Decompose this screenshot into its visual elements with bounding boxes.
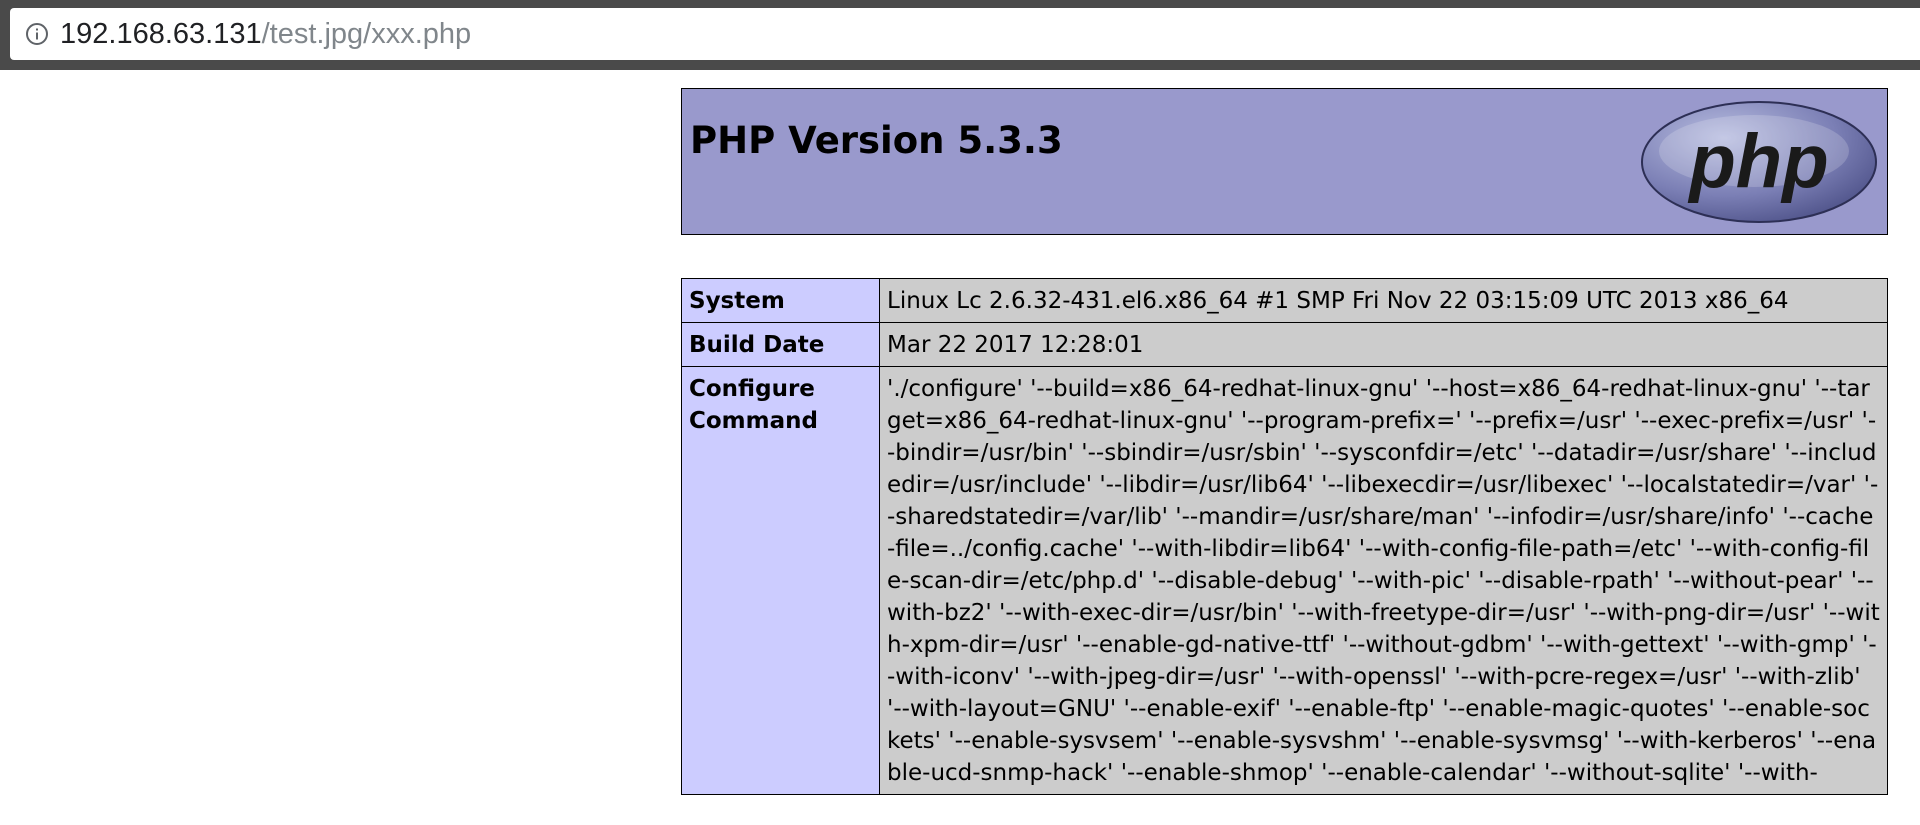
row-key: System — [681, 278, 880, 323]
table-row-system: System Linux Lc 2.6.32-431.el6.x86_64 #1… — [681, 278, 1888, 323]
browser-toolbar: 192.168.63.131/test.jpg/xxx.php — [0, 0, 1920, 70]
row-key: Build Date — [681, 322, 880, 367]
phpinfo-content: PHP Version 5.3.3 php System Linux Lc 2.… — [681, 88, 1888, 795]
url-path: /test.jpg/xxx.php — [261, 17, 472, 50]
url-host: 192.168.63.131 — [60, 17, 262, 50]
page-title: PHP Version 5.3.3 — [690, 119, 1063, 162]
table-row-build-date: Build Date Mar 22 2017 12:28:01 — [681, 322, 1888, 367]
row-value: Mar 22 2017 12:28:01 — [879, 322, 1888, 367]
info-table: System Linux Lc 2.6.32-431.el6.x86_64 #1… — [681, 278, 1888, 795]
address-bar[interactable]: 192.168.63.131/test.jpg/xxx.php — [10, 8, 1920, 60]
row-value: Linux Lc 2.6.32-431.el6.x86_64 #1 SMP Fr… — [879, 278, 1888, 323]
row-value: './configure' '--build=x86_64-redhat-lin… — [879, 366, 1888, 795]
info-circle-icon[interactable] — [24, 21, 50, 47]
url-text: 192.168.63.131/test.jpg/xxx.php — [60, 18, 471, 51]
row-key: Configure Command — [681, 366, 880, 795]
php-logo-icon[interactable]: php — [1639, 99, 1879, 229]
table-row-configure-command: Configure Command './configure' '--build… — [681, 366, 1888, 795]
php-version-header: PHP Version 5.3.3 php — [681, 88, 1888, 235]
php-logo-text: php — [1687, 119, 1828, 204]
